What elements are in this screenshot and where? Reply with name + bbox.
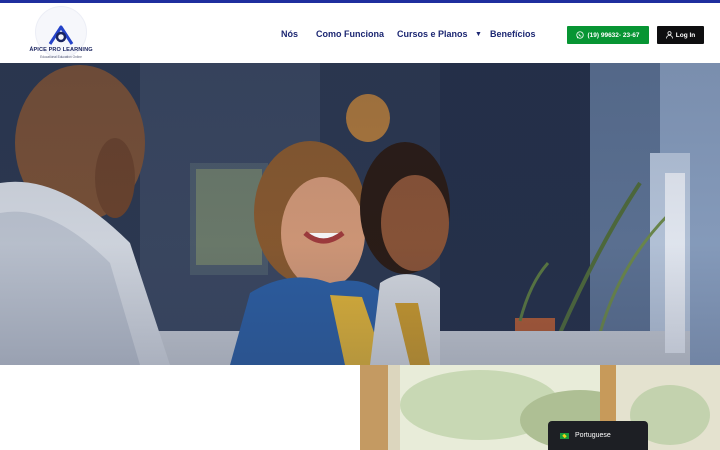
content-photo [360, 365, 720, 450]
nav-item-label: Benefícios [490, 29, 536, 39]
language-label: Portuguese [575, 432, 611, 439]
nav-item-beneficios[interactable]: Benefícios [490, 29, 536, 43]
nav-item-label: Cursos e Planos [397, 29, 468, 39]
whatsapp-button[interactable]: (19) 99632- 23-67 [567, 26, 649, 44]
content-photo-window [360, 365, 720, 450]
logo-mark-icon [48, 25, 74, 45]
whatsapp-button-label: (19) 99632- 23-67 [587, 31, 640, 39]
hero-banner [0, 63, 720, 365]
nav-item-nos[interactable]: Nós [281, 29, 298, 43]
login-button[interactable]: Log In [657, 26, 704, 44]
language-switcher[interactable]: Portuguese [548, 421, 648, 450]
nav-item-cursos-e-planos[interactable]: Cursos e Planos ▼ [397, 29, 482, 43]
hero-overlay [0, 63, 720, 365]
site-header: ÁPICE PRO LEARNING Educational Education… [0, 3, 720, 63]
nav-item-label: Como Funciona [316, 29, 384, 39]
login-button-label: Log In [675, 31, 696, 39]
user-icon [665, 31, 673, 39]
logo-subtitle: Educational Education Online [40, 55, 82, 59]
nav-item-label: Nós [281, 29, 299, 39]
caret-down-icon: ▼ [475, 31, 482, 38]
site-logo[interactable]: ÁPICE PRO LEARNING Educational Education… [29, 7, 93, 63]
brazil-flag-icon [560, 432, 569, 439]
page: ÁPICE PRO LEARNING Educational Education… [0, 0, 720, 450]
whatsapp-icon [576, 31, 585, 39]
logo-title: ÁPICE PRO LEARNING [29, 47, 93, 53]
nav-item-como-funciona[interactable]: Como Funciona [316, 29, 384, 43]
